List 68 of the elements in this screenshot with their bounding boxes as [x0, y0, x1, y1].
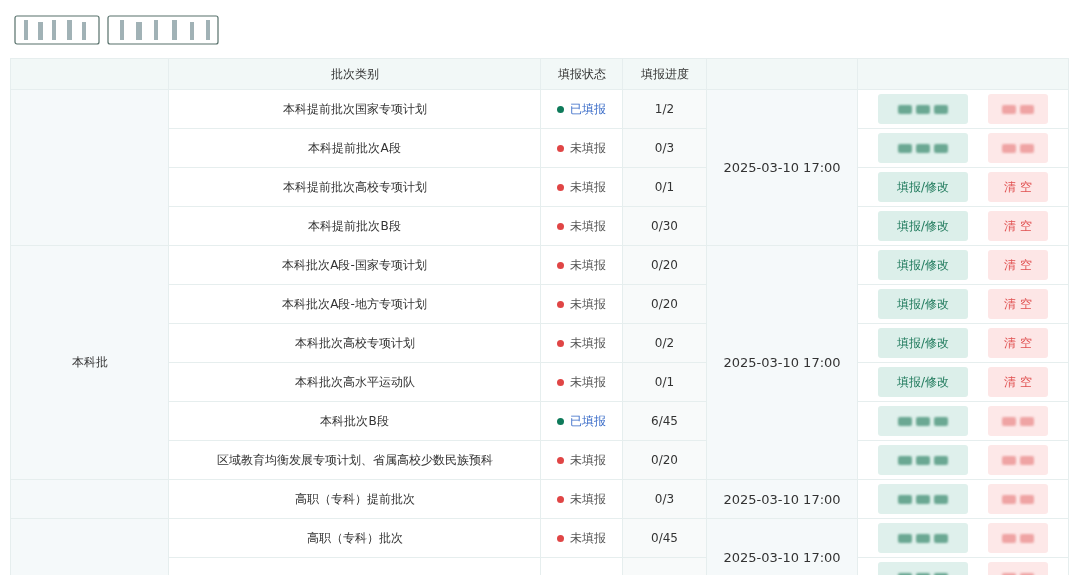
- clear-button[interactable]: 清 空: [988, 211, 1048, 241]
- category-name: 本科批次高水平运动队: [294, 374, 415, 389]
- category-name: 高职（专科）提前批次: [294, 491, 415, 506]
- progress-text: 0/1: [654, 180, 675, 194]
- status-text: 未填报: [570, 451, 606, 469]
- progress-text: 0/45: [651, 531, 678, 545]
- edit-button[interactable]: 填报/修改: [878, 328, 968, 358]
- progress-text: 0/30: [651, 219, 678, 233]
- column-header: 批次类别: [168, 58, 541, 90]
- edit-button[interactable]: 填报/修改: [878, 172, 968, 202]
- status-text: 已填报: [570, 412, 606, 430]
- status-text: 未填报: [570, 490, 606, 508]
- category-name: 高职（专科）批次: [306, 530, 403, 545]
- category-name: 区域教育均衡发展专项计划、省属高校少数民族预科: [216, 452, 493, 467]
- deadline-text: 2025-03-10 17:00: [723, 160, 841, 175]
- status-text: 未填报: [570, 256, 606, 274]
- category-name: 本科提前批次高校专项计划: [282, 179, 427, 194]
- clear-button[interactable]: [988, 523, 1048, 553]
- category-name: 本科批次高校专项计划: [294, 335, 415, 350]
- category-name: 本科提前批次B段: [308, 218, 401, 233]
- progress-text: 0/3: [654, 492, 675, 506]
- edit-button[interactable]: 填报/修改: [878, 367, 968, 397]
- column-header: 填报状态: [540, 58, 623, 90]
- edit-button[interactable]: [878, 445, 968, 475]
- clear-button[interactable]: 清 空: [988, 328, 1048, 358]
- edit-button[interactable]: 填报/修改: [878, 289, 968, 319]
- status-text: 未填报: [570, 217, 606, 235]
- deadline-text: 2025-03-10 17:00: [723, 355, 841, 370]
- edit-button[interactable]: [878, 94, 968, 124]
- progress-text: 0/2: [654, 336, 675, 350]
- edit-button[interactable]: 填报/修改: [878, 211, 968, 241]
- category-name: 本科提前批次国家专项计划: [282, 101, 427, 116]
- edit-button[interactable]: [878, 133, 968, 163]
- edit-button[interactable]: [878, 484, 968, 514]
- edit-button[interactable]: [878, 523, 968, 553]
- clear-button[interactable]: [988, 94, 1048, 124]
- clear-button[interactable]: [988, 445, 1048, 475]
- clear-button[interactable]: [988, 484, 1048, 514]
- clear-button[interactable]: [988, 133, 1048, 163]
- status-text: 已填报: [570, 100, 606, 118]
- status-text: 未填报: [570, 178, 606, 196]
- edit-button[interactable]: [878, 406, 968, 436]
- status-text: 未填报: [570, 334, 606, 352]
- progress-text: 0/20: [651, 453, 678, 467]
- status-text: 未填报: [570, 295, 606, 313]
- edit-button[interactable]: 填报/修改: [878, 250, 968, 280]
- group-label: 本科批: [71, 355, 108, 369]
- clear-button[interactable]: 清 空: [988, 367, 1048, 397]
- category-name: 本科批次A段-国家专项计划: [282, 257, 427, 272]
- category-name: 本科批次A段-地方专项计划: [282, 296, 427, 311]
- deadline-text: 2025-03-10 17:00: [723, 550, 841, 565]
- progress-text: 1/2: [654, 102, 675, 116]
- clear-button[interactable]: 清 空: [988, 172, 1048, 202]
- progress-text: 0/20: [651, 297, 678, 311]
- category-name: 本科提前批次A段: [308, 140, 401, 155]
- progress-text: 0/1: [654, 375, 675, 389]
- status-text: 未填报: [570, 373, 606, 391]
- column-header: 填报进度: [622, 58, 707, 90]
- progress-text: 0/3: [654, 141, 675, 155]
- clear-button[interactable]: 清 空: [988, 250, 1048, 280]
- clear-button[interactable]: [988, 406, 1048, 436]
- progress-text: 6/45: [651, 414, 678, 428]
- status-text: 未填报: [570, 529, 606, 547]
- clear-button[interactable]: 清 空: [988, 289, 1048, 319]
- status-text: 未填报: [570, 139, 606, 157]
- category-name: 本科批次B段: [320, 413, 389, 428]
- deadline-text: 2025-03-10 17:00: [723, 491, 841, 507]
- progress-text: 0/20: [651, 258, 678, 272]
